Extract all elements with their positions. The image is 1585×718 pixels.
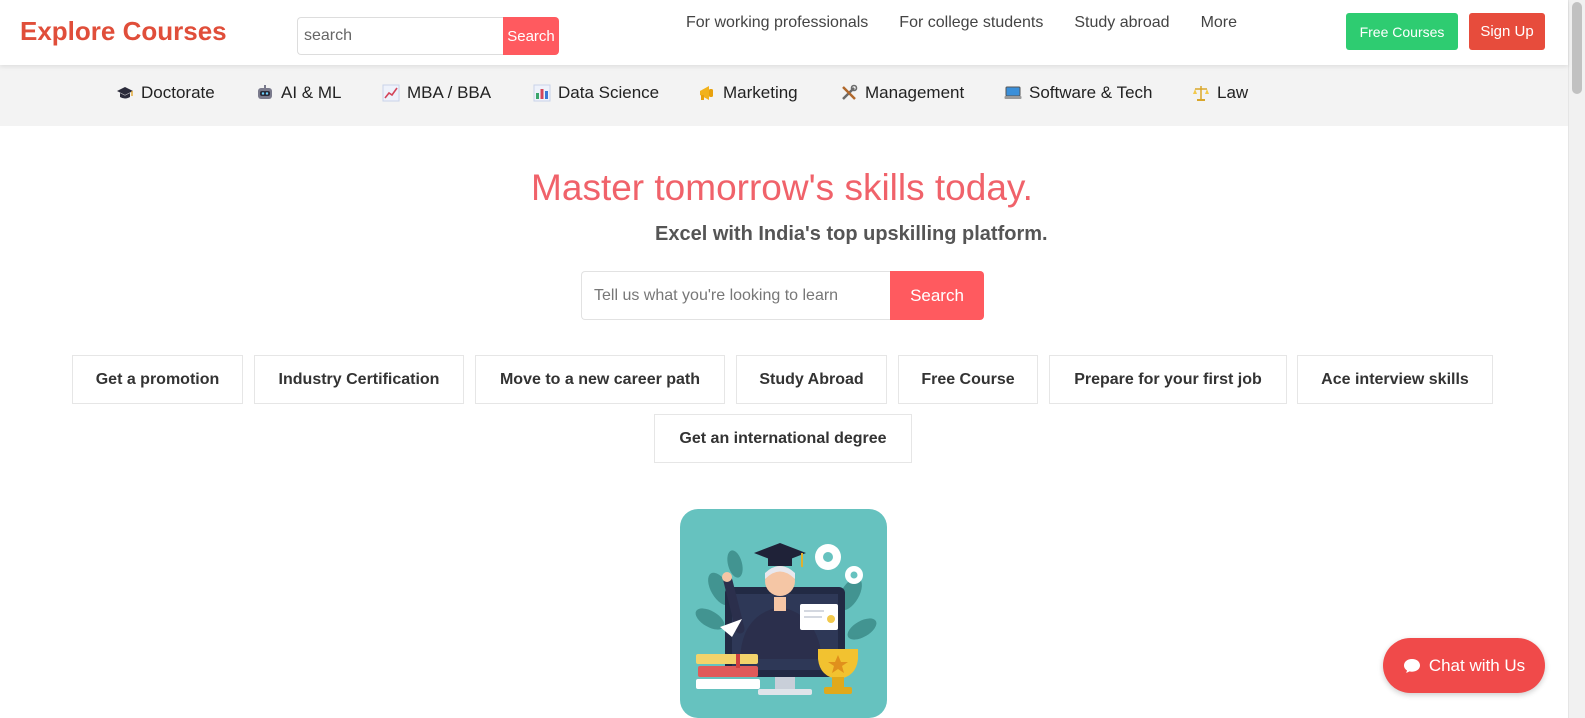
top-nav: For working professionals For college st… [686, 14, 1268, 32]
nav-study-abroad[interactable]: Study abroad [1074, 14, 1169, 32]
hero-search-button[interactable]: Search [890, 271, 984, 320]
hero-subtitle: Excel with India's top upskilling platfo… [655, 223, 1048, 245]
goal-study-abroad[interactable]: Study Abroad [736, 355, 887, 404]
category-label: Data Science [558, 83, 660, 102]
goal-first-job[interactable]: Prepare for your first job [1049, 355, 1287, 404]
goal-free-course[interactable]: Free Course [898, 355, 1038, 404]
header-search: Search [297, 17, 559, 55]
category-ai-ml[interactable]: AI & ML [256, 83, 341, 103]
hero-search-input[interactable] [581, 271, 890, 320]
nav-more[interactable]: More [1201, 14, 1237, 32]
header-search-button[interactable]: Search [503, 17, 559, 55]
category-law[interactable]: Law [1192, 83, 1248, 103]
hero-title: Master tomorrow's skills today. [531, 167, 1033, 208]
goal-new-career-path[interactable]: Move to a new career path [475, 355, 725, 404]
nav-college-students[interactable]: For college students [899, 14, 1043, 32]
chat-bubble-icon [1403, 658, 1421, 674]
chat-label: Chat with Us [1428, 655, 1526, 675]
page: Explore Courses Search For working profe… [0, 0, 1585, 718]
sign-up-button[interactable]: Sign Up [1469, 13, 1545, 50]
category-doctorate[interactable]: Doctorate [116, 83, 215, 103]
logo[interactable]: Explore Courses [20, 16, 227, 47]
category-label: Marketing [723, 83, 798, 102]
chat-with-us-button[interactable]: Chat with Us [1383, 638, 1545, 693]
laptop-icon [1004, 84, 1022, 102]
nav-working-professionals[interactable]: For working professionals [686, 14, 868, 32]
category-bar: Doctorate AI & ML MBA / BBA Data Science… [0, 65, 1568, 126]
category-label: Software & Tech [1029, 83, 1153, 102]
tools-icon [840, 84, 858, 102]
goal-interview-skills[interactable]: Ace interview skills [1297, 355, 1493, 404]
page-scrollbar[interactable] [1568, 0, 1585, 718]
graduation-cap-icon [116, 84, 134, 102]
chart-increasing-icon [382, 84, 400, 102]
scrollbar-thumb[interactable] [1572, 2, 1582, 94]
category-management[interactable]: Management [840, 83, 964, 103]
category-software-tech[interactable]: Software & Tech [1004, 83, 1152, 103]
hero-search: Search [581, 271, 984, 320]
megaphone-icon [698, 84, 716, 102]
scales-icon [1192, 84, 1210, 102]
goal-get-promotion[interactable]: Get a promotion [72, 355, 243, 404]
category-label: Management [865, 83, 965, 102]
graduate-illustration [680, 509, 887, 718]
category-label: MBA / BBA [407, 83, 492, 102]
category-data-science[interactable]: Data Science [533, 83, 659, 103]
category-label: Doctorate [141, 83, 215, 102]
category-label: Law [1217, 83, 1249, 102]
header-search-input[interactable] [297, 17, 503, 55]
goal-industry-certification[interactable]: Industry Certification [254, 355, 464, 404]
free-courses-button[interactable]: Free Courses [1346, 13, 1458, 50]
category-label: AI & ML [281, 83, 342, 102]
robot-icon [256, 84, 274, 102]
category-marketing[interactable]: Marketing [698, 83, 798, 103]
category-mba-bba[interactable]: MBA / BBA [382, 83, 491, 103]
bar-chart-icon [533, 84, 551, 102]
header: Explore Courses Search For working profe… [0, 0, 1568, 65]
goal-international-degree[interactable]: Get an international degree [654, 414, 912, 463]
